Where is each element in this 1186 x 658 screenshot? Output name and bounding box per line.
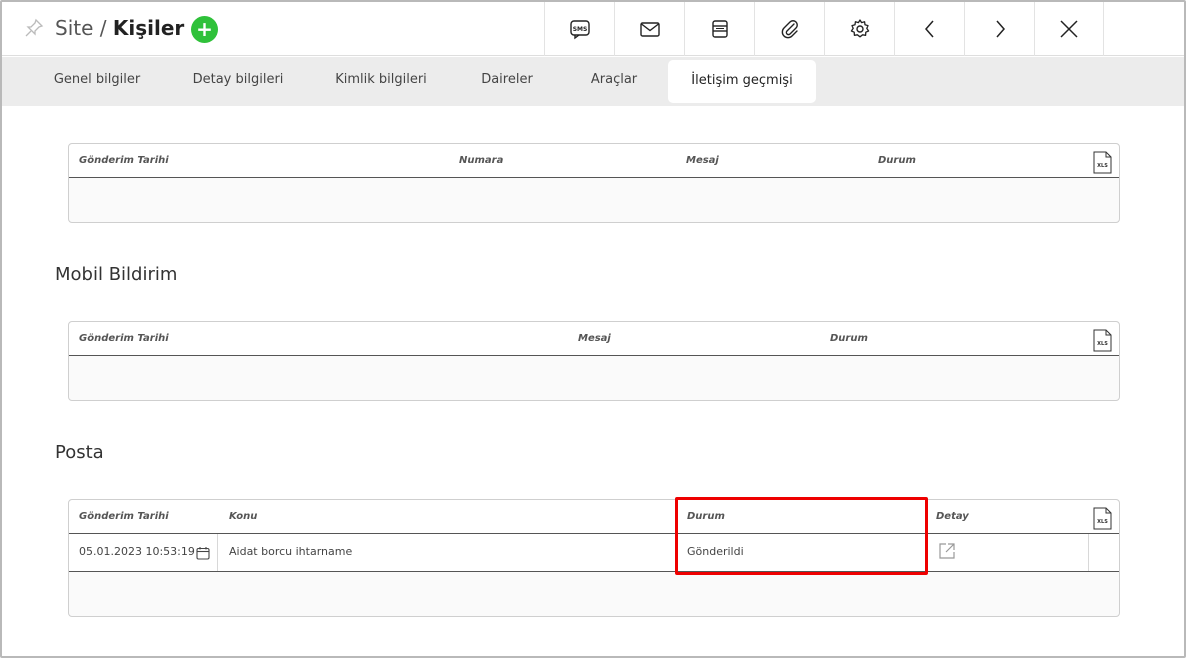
svg-text:SMS: SMS: [572, 26, 587, 33]
attach-icon: [781, 20, 798, 39]
tab-araclar[interactable]: Araçlar: [572, 57, 656, 106]
xls-label: XLS: [1097, 341, 1108, 347]
print-icon: [711, 20, 728, 38]
app-window: Site / Kişiler + SMS Genel bilgiler Deta…: [0, 0, 1186, 658]
page-title: Site / Kişiler: [55, 14, 184, 42]
xls-export-icon[interactable]: XLS: [1093, 329, 1112, 352]
print-button[interactable]: [684, 2, 754, 56]
close-button[interactable]: [1034, 2, 1104, 56]
post-table: Gönderim Tarihi Konu Durum Detay XLS 05.…: [68, 499, 1120, 617]
column-header[interactable]: Numara: [459, 155, 503, 166]
post-section-title: Posta: [55, 442, 104, 463]
column-header[interactable]: Konu: [229, 511, 257, 522]
tab-iletisim-gecmisi[interactable]: İletişim geçmişi: [668, 60, 816, 103]
external-link-icon[interactable]: [938, 542, 956, 560]
column-divider: [217, 534, 218, 571]
post-table-header: Gönderim Tarihi Konu Durum Detay XLS: [69, 500, 1119, 534]
column-header[interactable]: Gönderim Tarihi: [79, 511, 169, 522]
settings-button[interactable]: [824, 2, 894, 56]
gear-icon: [850, 19, 869, 38]
mobile-table-header: Gönderim Tarihi Mesaj Durum XLS: [69, 322, 1119, 356]
mail-icon: [639, 22, 660, 37]
sms-table: Gönderim Tarihi Numara Mesaj Durum XLS: [68, 143, 1120, 223]
row-date: 05.01.2023 10:53:19: [79, 545, 195, 558]
pin-icon[interactable]: [24, 18, 44, 38]
tab-genel-bilgiler[interactable]: Genel bilgiler: [32, 57, 162, 106]
mobile-section-title: Mobil Bildirim: [55, 264, 178, 285]
attach-button[interactable]: [754, 2, 824, 56]
sms-button[interactable]: SMS: [544, 2, 614, 56]
column-divider: [1088, 534, 1089, 571]
sms-icon: SMS: [569, 20, 590, 40]
xls-export-icon[interactable]: XLS: [1093, 507, 1112, 530]
previous-button[interactable]: [894, 2, 964, 56]
title-prefix: Site /: [55, 16, 113, 40]
highlight-box: [675, 497, 928, 575]
chevron-left-icon: [924, 20, 934, 38]
add-button[interactable]: +: [191, 16, 218, 43]
tab-kimlik-bilgileri[interactable]: Kimlik bilgileri: [316, 57, 446, 106]
tab-bar: Genel bilgiler Detay bilgileri Kimlik bi…: [2, 57, 1184, 106]
column-header[interactable]: Durum: [878, 155, 916, 166]
column-header[interactable]: Mesaj: [578, 333, 611, 344]
next-button[interactable]: [964, 2, 1034, 56]
chevron-right-icon: [995, 20, 1005, 38]
sms-table-header: Gönderim Tarihi Numara Mesaj Durum XLS: [69, 144, 1119, 178]
table-row[interactable]: 05.01.2023 10:53:19 Aidat borcu ihtarnam…: [69, 534, 1119, 572]
title-strong: Kişiler: [112, 16, 185, 40]
column-header[interactable]: Gönderim Tarihi: [79, 333, 169, 344]
mail-button[interactable]: [614, 2, 684, 56]
column-header[interactable]: Durum: [830, 333, 868, 344]
column-header[interactable]: Detay: [936, 511, 969, 522]
column-header[interactable]: Gönderim Tarihi: [79, 155, 169, 166]
calendar-icon[interactable]: [196, 546, 210, 560]
close-icon: [1060, 20, 1078, 38]
column-header[interactable]: Mesaj: [686, 155, 719, 166]
mobile-table: Gönderim Tarihi Mesaj Durum XLS: [68, 321, 1120, 401]
xls-label: XLS: [1097, 519, 1108, 525]
row-subject: Aidat borcu ihtarname: [229, 545, 353, 558]
xls-label: XLS: [1097, 163, 1108, 169]
header-bar: Site / Kişiler + SMS: [2, 2, 1184, 56]
xls-export-icon[interactable]: XLS: [1093, 151, 1112, 174]
tab-daireler[interactable]: Daireler: [457, 57, 557, 106]
toolbar: SMS: [544, 2, 1104, 56]
tab-detay-bilgileri[interactable]: Detay bilgileri: [173, 57, 303, 106]
